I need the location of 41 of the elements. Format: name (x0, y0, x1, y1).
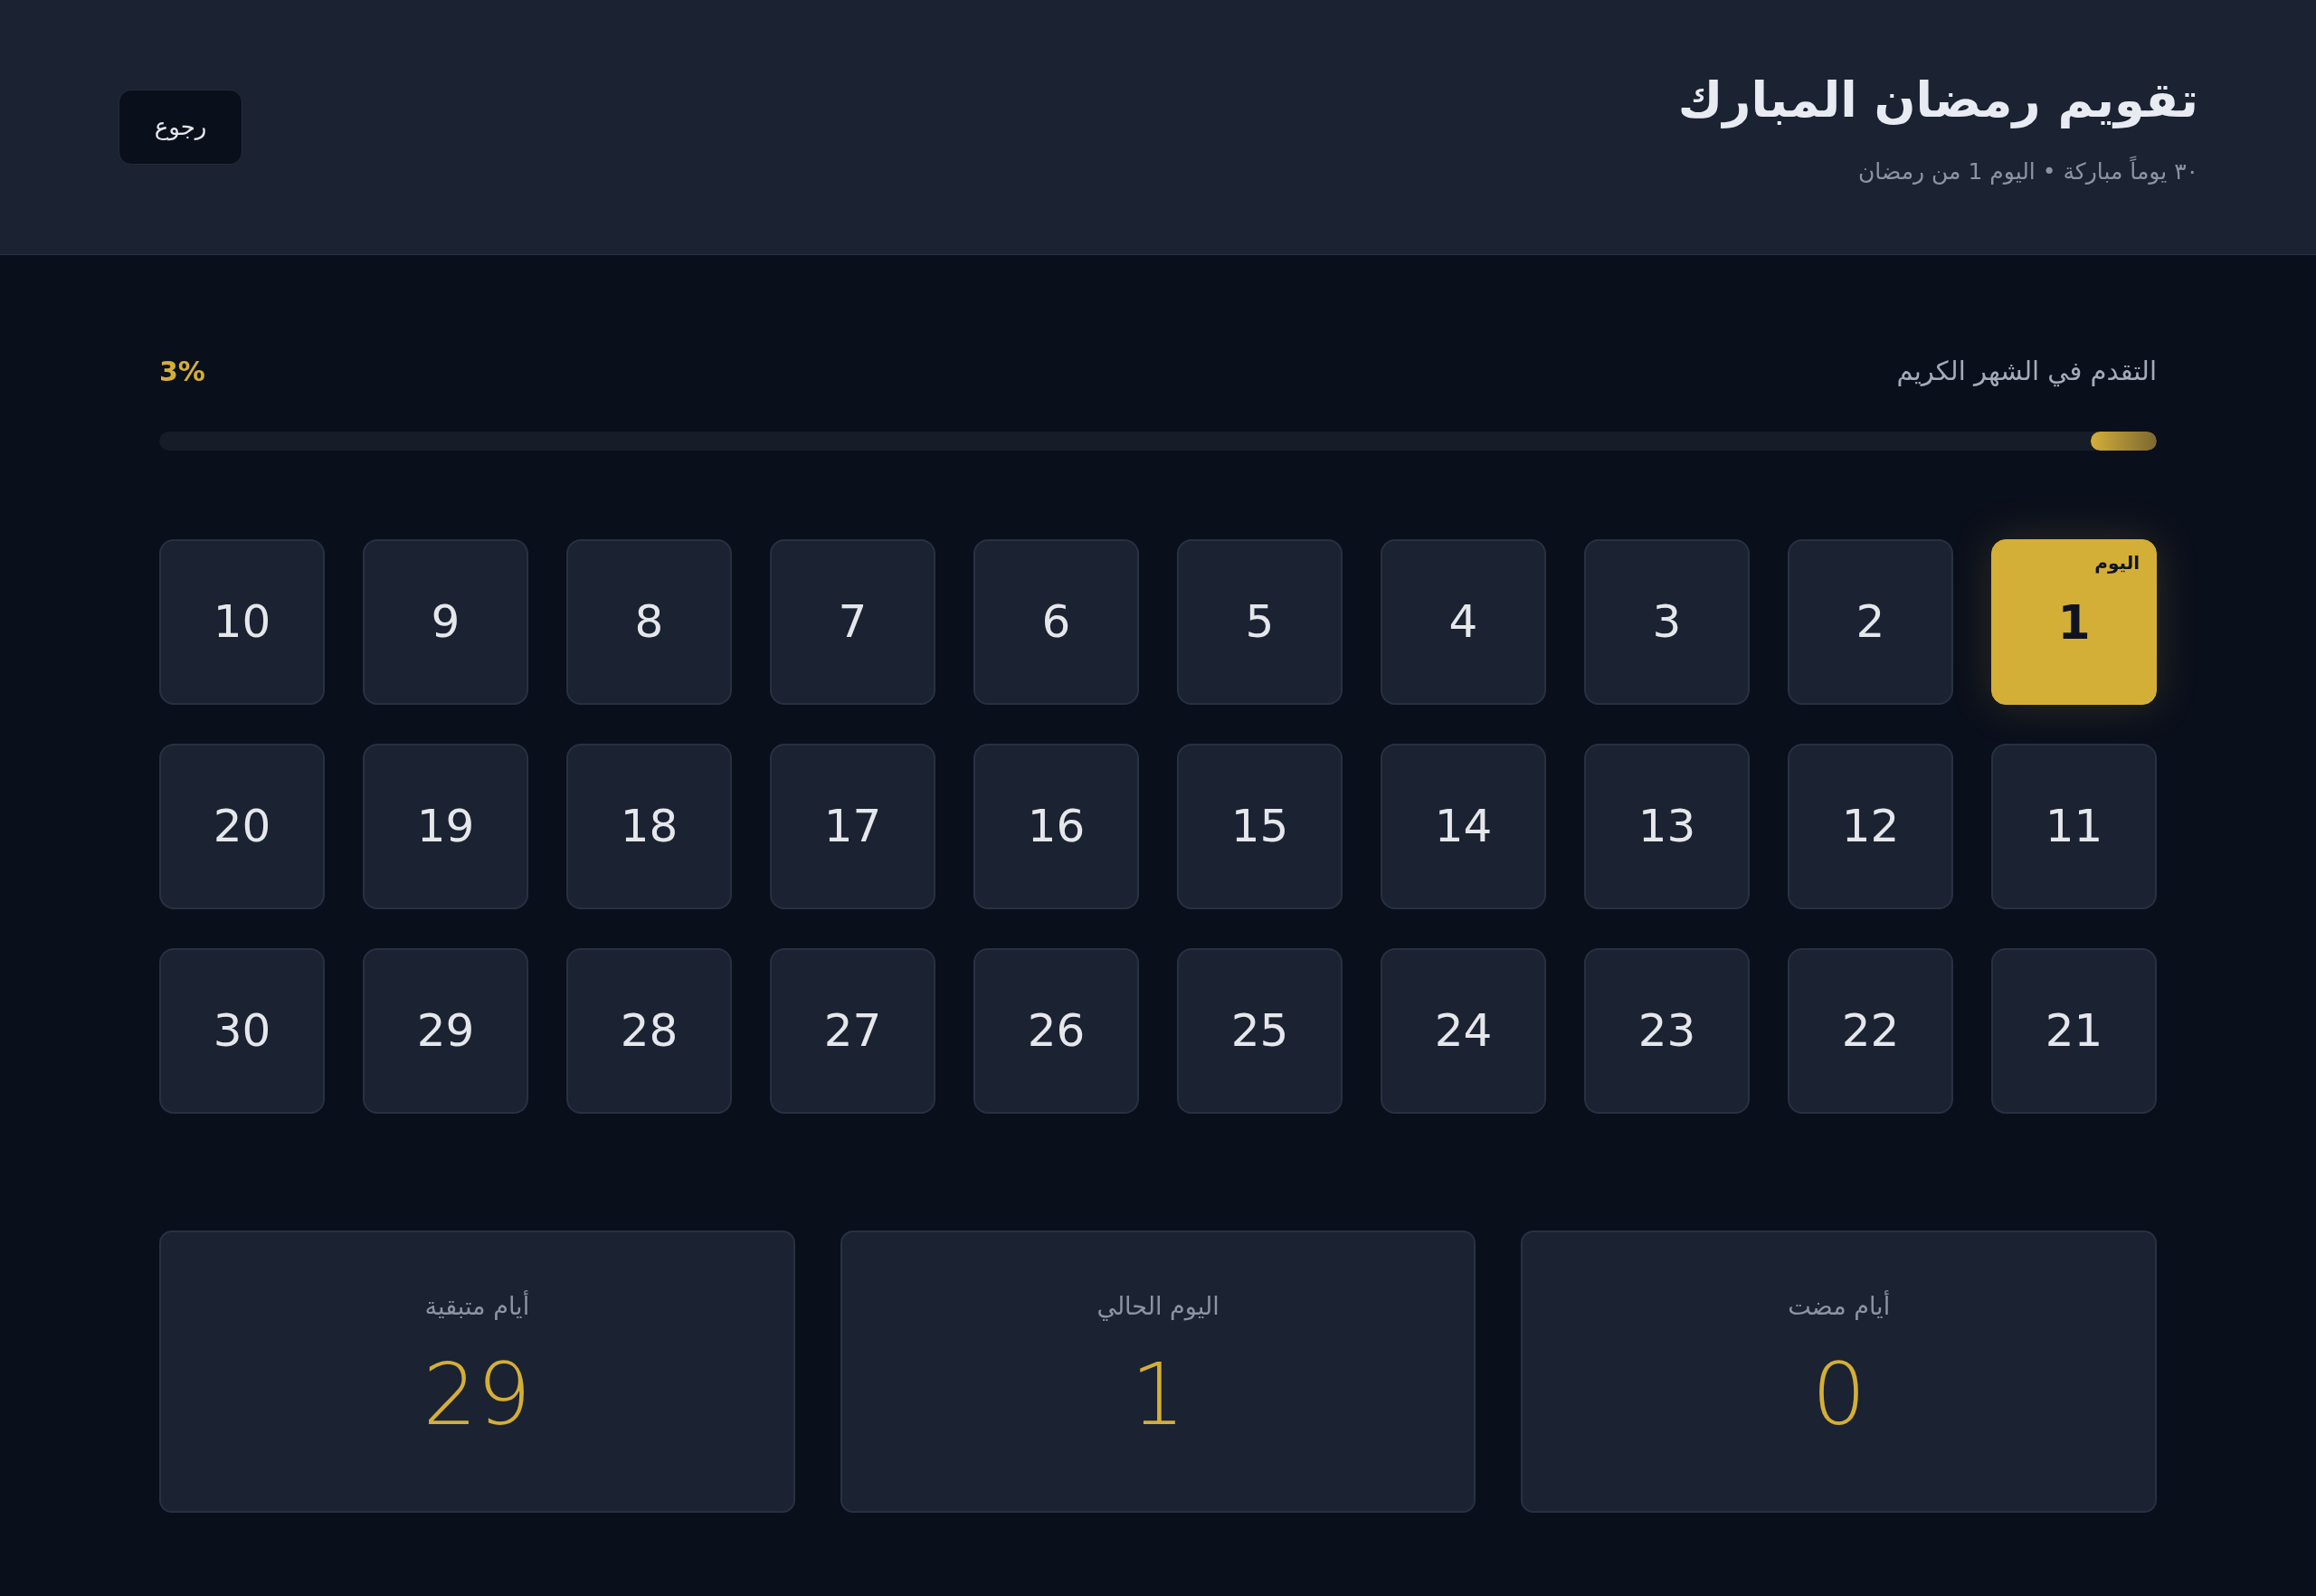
day-cell[interactable]: 3 (1584, 539, 1750, 705)
back-button[interactable]: رجوع (119, 90, 242, 165)
day-cell[interactable]: 15 (1177, 744, 1343, 909)
progress-percent: 3% (159, 355, 205, 389)
day-cell[interactable]: 27 (770, 948, 935, 1114)
day-cell[interactable]: 7 (770, 539, 935, 705)
day-cell[interactable]: 23 (1584, 948, 1750, 1114)
stat-value: 1 (1131, 1352, 1185, 1438)
day-cell[interactable]: 12 (1788, 744, 1953, 909)
day-cell[interactable]: 30 (159, 948, 325, 1114)
day-cell[interactable]: 26 (973, 948, 1139, 1114)
day-cell[interactable]: 2 (1788, 539, 1953, 705)
day-cell[interactable]: 8 (566, 539, 732, 705)
day-cell[interactable]: 13 (1584, 744, 1750, 909)
day-cell[interactable]: 20 (159, 744, 325, 909)
page-subtitle: ٣٠ يوماً مباركة • اليوم 1 من رمضان (1858, 155, 2198, 186)
day-cell[interactable]: 18 (566, 744, 732, 909)
day-cell[interactable]: 19 (363, 744, 528, 909)
day-cell[interactable]: 22 (1788, 948, 1953, 1114)
day-cell[interactable]: 29 (363, 948, 528, 1114)
day-cell[interactable]: 24 (1381, 948, 1546, 1114)
day-cell[interactable]: 17 (770, 744, 935, 909)
day-cell[interactable]: 5 (1177, 539, 1343, 705)
day-cell[interactable]: 28 (566, 948, 732, 1114)
stat-label: أيام متبقية (424, 1289, 530, 1322)
day-cell[interactable]: 9 (363, 539, 528, 705)
day-cell[interactable]: 4 (1381, 539, 1546, 705)
day-cell[interactable]: 6 (973, 539, 1139, 705)
stat-label: أيام مضت (1788, 1289, 1891, 1322)
today-label: اليوم (2094, 551, 2140, 575)
stat-value: 29 (422, 1352, 532, 1438)
day-cell[interactable]: 25 (1177, 948, 1343, 1114)
day-cell[interactable]: 21 (1991, 948, 2157, 1114)
day-cell[interactable]: 11 (1991, 744, 2157, 909)
progress-label: التقدم في الشهر الكريم (1896, 354, 2157, 389)
page-title: تقويم رمضان المبارك (1677, 71, 2198, 130)
day-cell[interactable]: 14 (1381, 744, 1546, 909)
stat-value: 0 (1811, 1352, 1866, 1438)
day-cell[interactable]: 16 (973, 744, 1139, 909)
stat-label: اليوم الحالي (1096, 1291, 1220, 1323)
day-cell[interactable]: 10 (159, 539, 325, 705)
